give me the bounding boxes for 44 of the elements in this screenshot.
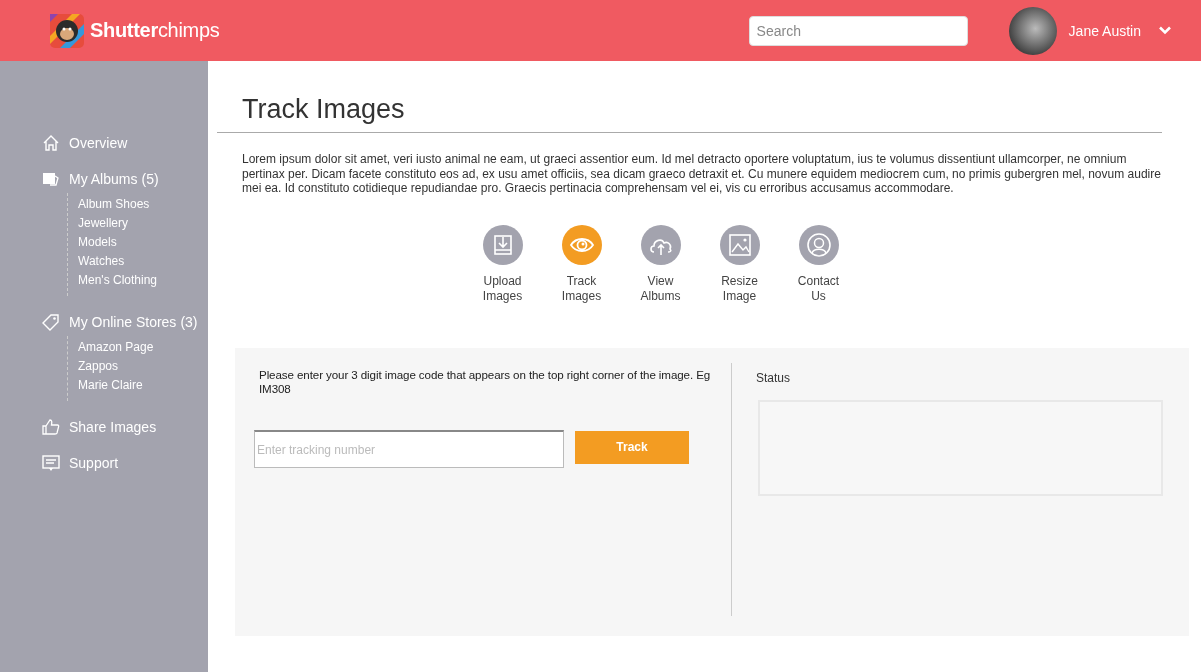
action-tile[interactable]: Track Images <box>542 224 621 304</box>
nav-item[interactable]: Share Images <box>42 417 208 437</box>
nav-item[interactable]: Overview <box>42 133 208 153</box>
nav-subitem[interactable]: Models <box>78 233 208 252</box>
nav-subitem[interactable]: Zappos <box>78 357 208 376</box>
action-tile[interactable]: Contact Us <box>779 224 858 304</box>
action-tile[interactable]: View Albums <box>621 224 700 304</box>
nav-subitem[interactable]: Marie Claire <box>78 376 208 395</box>
nav-subitem[interactable]: Jewellery <box>78 214 208 233</box>
nav-label: My Online Stores (3) <box>69 314 198 330</box>
chat-screen-icon <box>42 454 60 472</box>
status-label: Status <box>756 370 791 385</box>
nav-subitem[interactable]: Men's Clothing <box>78 271 208 290</box>
nav-label: Overview <box>69 135 128 151</box>
album-icon <box>42 170 60 188</box>
nav-label: Share Images <box>69 419 157 435</box>
nav-label: My Albums (5) <box>69 171 159 187</box>
nav-item[interactable]: Support <box>42 453 208 473</box>
download-tray-icon <box>482 224 523 265</box>
user-circle-icon <box>798 224 839 265</box>
intro-paragraph: Lorem ipsum dolor sit amet, veri iusto animal ne eam, ut graeci assentior eum. Id mel detracto oportere voluptatum, ius te volumus dissentiunt ullamcorper, ne omnium pertinax per. Dicam facete constituto eos ad, ex usu amet officiis, sea dicam graeco detraxit et. Cu munere equidem mediocrem cum, no primis gubergren mel, novum audire mei ea. Id constituto cotidieque repudiandae pro. Graecis pertinacia comprehensam vel ei, vis cu erroribus accusamus accommodare. <box>242 152 1162 196</box>
nav-subitem[interactable]: Watches <box>78 252 208 271</box>
page-title: Track Images <box>242 93 406 126</box>
action-tile[interactable]: Upload Images <box>463 224 542 304</box>
action-tile[interactable]: Resize Image <box>700 224 779 304</box>
chevron-down-icon[interactable] <box>1159 26 1171 35</box>
nav-subitem[interactable]: Amazon Page <box>78 338 208 357</box>
nav-label: Support <box>69 455 119 471</box>
nav-subitem[interactable]: Album Shoes <box>78 195 208 214</box>
monkey-logo-icon <box>50 13 84 48</box>
thumbs-up-icon <box>42 418 60 436</box>
home-icon <box>42 134 60 152</box>
instruction-text: Please enter your 3 digit image code that appears on the top right corner of the image. Eg IM308 <box>259 367 712 397</box>
image-icon <box>719 224 760 265</box>
nav-item[interactable]: My Online Stores (3) <box>42 312 208 332</box>
eye-icon <box>561 224 602 265</box>
brand-name: Shutterchimps <box>90 19 220 42</box>
cloud-upload-icon <box>640 224 681 265</box>
user-name[interactable]: Jane Austin <box>1068 22 1141 39</box>
track-button[interactable]: Track <box>575 430 689 464</box>
tracking-number-field[interactable]: Enter tracking number <box>254 429 564 468</box>
tag-icon <box>42 313 60 331</box>
nav-item[interactable]: My Albums (5) <box>42 169 208 189</box>
search-field[interactable]: Search <box>748 15 968 46</box>
